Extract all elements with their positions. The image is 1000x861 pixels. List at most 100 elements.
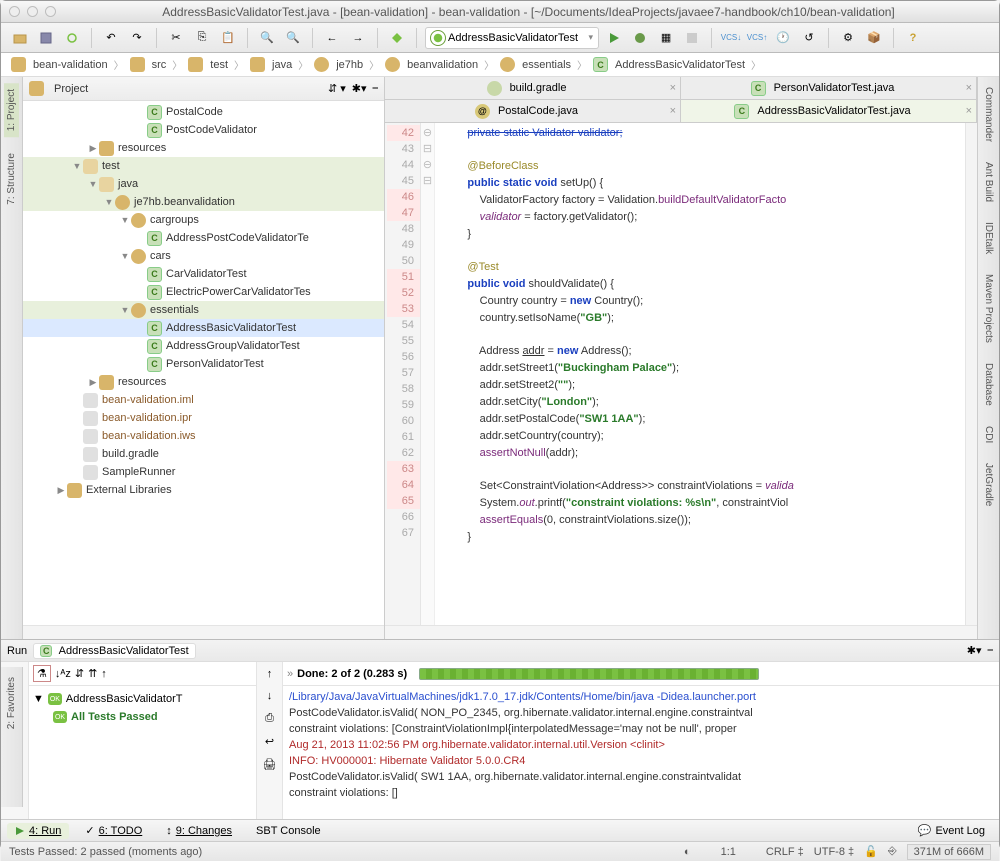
tree-node[interactable]: ▼essentials xyxy=(23,301,384,319)
tab-changes[interactable]: ↕ 9: Changes xyxy=(158,823,240,839)
cursor-position[interactable]: 1:1 xyxy=(721,846,736,858)
insert-icon[interactable]: ⎆ xyxy=(888,845,897,858)
close-icon[interactable]: × xyxy=(966,105,972,117)
vcs-commit-button[interactable]: VCS↑ xyxy=(746,27,768,49)
tab-maven[interactable]: Maven Projects xyxy=(983,270,994,347)
cut-button[interactable]: ✂ xyxy=(165,27,187,49)
tab-database[interactable]: Database xyxy=(983,359,994,410)
run-button[interactable] xyxy=(603,27,625,49)
tab-favorites[interactable]: 2: Favorites xyxy=(6,673,17,733)
tab-jetgradle[interactable]: JetGradle xyxy=(983,459,994,510)
build-button[interactable] xyxy=(386,27,408,49)
run-config-label[interactable]: C AddressBasicValidatorTest xyxy=(33,643,195,659)
error-stripe[interactable] xyxy=(965,123,977,625)
tree-node[interactable]: ▶resources xyxy=(23,139,384,157)
undo-button[interactable]: ↶ xyxy=(100,27,122,49)
minimize-icon[interactable]: ⎯ xyxy=(988,644,994,657)
tree-node[interactable]: bean-validation.ipr xyxy=(23,409,384,427)
breadcrumb-item[interactable]: test xyxy=(184,57,232,72)
readonly-icon[interactable]: 🔓 xyxy=(864,845,878,858)
down-icon[interactable]: ↓ xyxy=(267,690,273,702)
tree-node[interactable]: ▼java xyxy=(23,175,384,193)
help-button[interactable]: ? xyxy=(902,27,924,49)
wrap-icon[interactable]: ↩ xyxy=(265,735,274,748)
project-tree[interactable]: CPostalCodeCPostCodeValidator▶resources▼… xyxy=(23,101,384,625)
scrollbar[interactable] xyxy=(23,625,384,639)
copy-button[interactable]: ⎘ xyxy=(191,27,213,49)
tree-node[interactable]: bean-validation.iws xyxy=(23,427,384,445)
encoding-select[interactable]: UTF-8 ‡ xyxy=(814,846,854,858)
back-button[interactable]: ← xyxy=(321,27,343,49)
editor-tab[interactable]: @PostalCode.java× xyxy=(385,100,681,122)
breadcrumb-item[interactable]: beanvalidation xyxy=(381,57,482,72)
close-icon[interactable] xyxy=(9,6,20,17)
editor-tab[interactable]: CPersonValidatorTest.java× xyxy=(681,77,977,99)
tree-node[interactable]: CAddressBasicValidatorTest xyxy=(23,319,384,337)
tree-node[interactable]: bean-validation.iml xyxy=(23,391,384,409)
tree-node[interactable]: SampleRunner xyxy=(23,463,384,481)
tree-node[interactable]: CPostCodeValidator xyxy=(23,121,384,139)
breadcrumb-item[interactable]: CAddressBasicValidatorTest xyxy=(589,57,749,72)
test-tree[interactable]: ▼OKAddressBasicValidatorT OKAll Tests Pa… xyxy=(29,686,256,819)
up-icon[interactable]: ↑ xyxy=(267,668,273,680)
sdk-button[interactable]: 📦 xyxy=(863,27,885,49)
settings-button[interactable]: ⚙ xyxy=(837,27,859,49)
vcs-update-button[interactable]: VCS↓ xyxy=(720,27,742,49)
minimize-icon[interactable] xyxy=(27,6,38,17)
paste-button[interactable]: 📋 xyxy=(217,27,239,49)
tree-node[interactable]: CPostalCode xyxy=(23,103,384,121)
tab-structure[interactable]: 7: Structure xyxy=(6,149,17,209)
tab-commander[interactable]: Commander xyxy=(983,83,994,146)
console-output[interactable]: /Library/Java/JavaVirtualMachines/jdk1.7… xyxy=(283,686,999,819)
tab-sbt[interactable]: SBT Console xyxy=(248,823,329,839)
filter-icon[interactable]: ⚗ xyxy=(33,665,51,682)
tab-run[interactable]: 4: Run xyxy=(7,823,69,839)
open-button[interactable] xyxy=(9,27,31,49)
window-controls[interactable] xyxy=(9,6,56,17)
tree-node[interactable]: ▶resources xyxy=(23,373,384,391)
tree-node[interactable]: CPersonValidatorTest xyxy=(23,355,384,373)
line-gutter[interactable]: 4243444546474849505152535455565758596061… xyxy=(385,123,421,625)
run-config-select[interactable]: AddressBasicValidatorTest xyxy=(425,27,599,49)
editor-tab[interactable]: build.gradle× xyxy=(385,77,681,99)
breadcrumb-item[interactable]: src xyxy=(126,57,171,72)
breadcrumb-item[interactable]: bean-validation xyxy=(7,57,112,72)
collapse-icon[interactable]: ⎯ xyxy=(373,82,379,95)
replace-button[interactable]: 🔍 xyxy=(282,27,304,49)
expand-icon[interactable]: ⇵ xyxy=(75,667,84,680)
tree-node[interactable]: build.gradle xyxy=(23,445,384,463)
line-ending-select[interactable]: CRLF ‡ xyxy=(766,846,804,858)
test-root[interactable]: ▼OKAddressBasicValidatorT xyxy=(33,690,252,708)
vcs-history-button[interactable]: 🕐 xyxy=(772,27,794,49)
tab-project[interactable]: 1: Project xyxy=(4,83,19,137)
tab-idetalk[interactable]: IDEtalk xyxy=(983,218,994,258)
tree-node[interactable]: ▼cars xyxy=(23,247,384,265)
redo-button[interactable]: ↷ xyxy=(126,27,148,49)
scrollbar[interactable] xyxy=(385,625,977,639)
tree-node[interactable]: ▼test xyxy=(23,157,384,175)
tab-todo[interactable]: ✓ 6: TODO xyxy=(77,822,150,839)
tab-cdi[interactable]: CDI xyxy=(983,422,994,447)
tree-node[interactable]: CAddressPostCodeValidatorTe xyxy=(23,229,384,247)
tree-node[interactable]: ▶External Libraries xyxy=(23,481,384,499)
event-log-button[interactable]: 💬 Event Log xyxy=(910,822,993,839)
memory-indicator[interactable]: 371M of 666M xyxy=(907,844,991,860)
tree-node[interactable]: ▼je7hb.beanvalidation xyxy=(23,193,384,211)
settings-icon[interactable]: ✱▾ xyxy=(352,82,367,95)
close-icon[interactable]: × xyxy=(966,82,972,94)
tree-node[interactable]: CAddressGroupValidatorTest xyxy=(23,337,384,355)
breadcrumb-item[interactable]: je7hb xyxy=(310,57,367,72)
find-button[interactable]: 🔍 xyxy=(256,27,278,49)
bgtasks-icon[interactable]: ◐ xyxy=(684,846,691,858)
collapse-icon[interactable]: ⇈ xyxy=(88,667,97,680)
tree-node[interactable]: CElectricPowerCarValidatorTes xyxy=(23,283,384,301)
close-icon[interactable]: × xyxy=(670,105,676,117)
breadcrumb-item[interactable]: java xyxy=(246,57,296,72)
settings-icon[interactable]: ✱▾ xyxy=(967,644,982,657)
sync-button[interactable] xyxy=(61,27,83,49)
tab-ant[interactable]: Ant Build xyxy=(983,158,994,206)
prev-icon[interactable]: ↑ xyxy=(101,668,107,680)
coverage-button[interactable]: ▦ xyxy=(655,27,677,49)
close-icon[interactable]: × xyxy=(670,82,676,94)
forward-button[interactable]: → xyxy=(347,27,369,49)
